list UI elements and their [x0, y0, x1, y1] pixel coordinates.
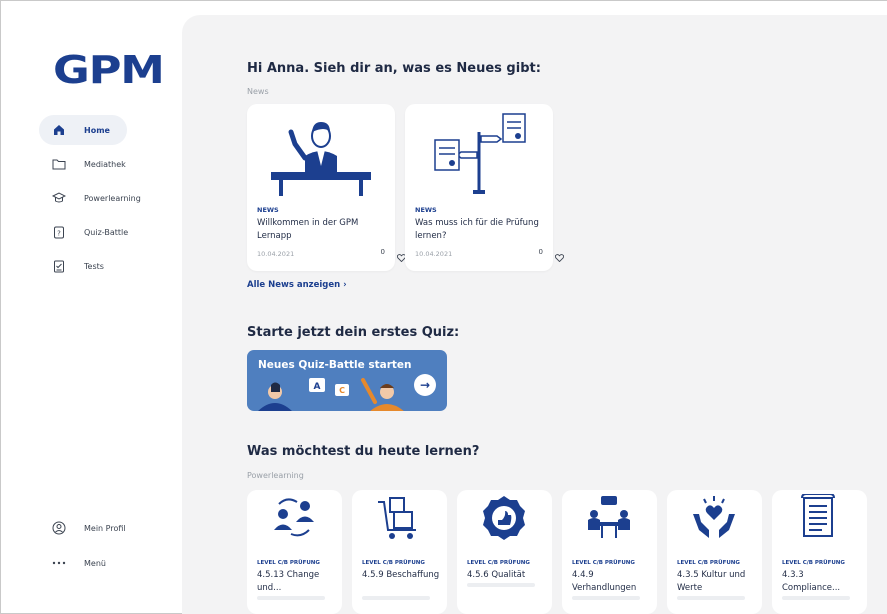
sidebar: GPM Home Mediathek Powerlearning ? Quiz-… — [1, 1, 182, 613]
quiz-icon: ? — [52, 225, 66, 239]
learn-card[interactable]: LEVEL C/B PRÜFUNG 4.3.5 Kultur und Werte — [667, 490, 762, 614]
sidebar-item-profile[interactable]: Mein Profil — [39, 513, 127, 543]
progress-bar — [467, 583, 535, 587]
learn-title: 4.5.9 Beschaffung — [362, 570, 440, 580]
learn-card[interactable]: LEVEL C/B PRÜFUNG 4.5.9 Beschaffung — [352, 490, 447, 614]
sidebar-item-label: Quiz-Battle — [84, 227, 129, 237]
learn-heading: Was möchtest du heute lernen? — [247, 444, 480, 459]
sidebar-item-powerlearning[interactable]: Powerlearning — [39, 183, 141, 213]
user-circle-icon — [52, 521, 66, 535]
more-dots-icon — [52, 556, 66, 570]
quality-badge-icon — [483, 496, 525, 540]
svg-text:?: ? — [57, 229, 61, 237]
sidebar-item-mediathek[interactable]: Mediathek — [39, 149, 127, 179]
home-icon — [52, 123, 66, 137]
news-title: Was muss ich für die Prüfung lernen? — [415, 218, 539, 241]
people-exchange-icon — [274, 498, 314, 537]
sidebar-item-menu[interactable]: Menü — [39, 548, 127, 578]
progress-bar — [362, 596, 430, 600]
news-section-label: News — [247, 87, 269, 96]
level-tag: LEVEL C/B PRÜFUNG — [257, 560, 320, 566]
learn-title: 4.5.6 Qualität — [467, 570, 526, 580]
progress-bar — [677, 596, 745, 600]
like-button[interactable]: 0 — [377, 248, 406, 262]
sidebar-item-label: Tests — [84, 261, 104, 271]
learn-card[interactable]: LEVEL C/B PRÜFUNG 4.5.6 Qualität — [457, 490, 552, 614]
learn-title: 4.3.3 Compliance... — [782, 570, 841, 593]
test-document-icon — [52, 259, 66, 273]
quiz-battle-banner[interactable]: Neues Quiz-Battle starten A C → — [247, 350, 447, 411]
quiz-heading: Starte jetzt dein erstes Quiz: — [247, 325, 460, 340]
greeting-heading: Hi Anna. Sieh dir an, was es Neues gibt: — [247, 61, 541, 76]
cart-boxes-icon — [378, 497, 416, 539]
chevron-right-icon: › — [343, 280, 347, 290]
powerlearning-section-label: Powerlearning — [247, 471, 304, 480]
signpost-illustration — [434, 113, 526, 194]
level-tag: LEVEL C/B PRÜFUNG — [362, 560, 425, 566]
news-date: 10.04.2021 — [415, 250, 453, 258]
like-count: 0 — [380, 248, 385, 256]
news-tag: NEWS — [415, 206, 437, 214]
learn-card[interactable]: LEVEL C/B PRÜFUNG 4.3.3 Compliance... — [772, 490, 867, 614]
news-card[interactable]: NEWS Was muss ich für die Prüfung lernen… — [405, 104, 564, 271]
like-button[interactable]: 0 — [535, 248, 564, 262]
learn-card[interactable]: LEVEL C/B PRÜFUNG 4.4.9 Verhandlungen — [562, 490, 657, 614]
progress-bar — [572, 596, 640, 600]
quiz-illustration: A C — [258, 378, 404, 411]
sidebar-item-label: Mediathek — [84, 159, 126, 169]
news-date: 10.04.2021 — [257, 250, 295, 258]
svg-text:A: A — [314, 382, 321, 392]
hands-heart-icon — [693, 496, 735, 538]
gpm-logo[interactable]: GPM — [53, 48, 165, 92]
sidebar-item-tests[interactable]: Tests — [39, 251, 127, 281]
all-news-label: Alle News anzeigen — [247, 280, 341, 290]
learn-title: 4.4.9 Verhandlungen — [572, 570, 637, 593]
progress-bar — [257, 596, 325, 600]
level-tag: LEVEL C/B PRÜFUNG — [677, 560, 740, 566]
sidebar-item-label: Powerlearning — [84, 193, 141, 203]
quiz-banner-title: Neues Quiz-Battle starten — [258, 359, 412, 371]
like-count: 0 — [538, 248, 543, 256]
news-title: Willkommen in der GPM Lernapp — [257, 218, 359, 241]
sidebar-item-home[interactable]: Home — [39, 115, 127, 145]
level-tag: LEVEL C/B PRÜFUNG — [467, 560, 530, 566]
news-card[interactable]: NEWS Willkommen in der GPM Lernapp 10.04… — [247, 104, 406, 271]
learn-title: 4.3.5 Kultur und Werte — [677, 570, 746, 593]
progress-bar — [782, 596, 850, 600]
learn-card[interactable]: LEVEL C/B PRÜFUNG 4.5.13 Change und... — [247, 490, 342, 614]
sidebar-item-quiz-battle[interactable]: ? Quiz-Battle — [39, 217, 129, 247]
graduation-cap-icon — [52, 191, 66, 205]
learn-title: 4.5.13 Change und... — [257, 570, 320, 593]
negotiation-table-icon — [588, 496, 630, 538]
sidebar-item-label: Home — [84, 125, 110, 135]
level-tag: LEVEL C/B PRÜFUNG — [782, 560, 845, 566]
all-news-link[interactable]: Alle News anzeigen › — [247, 280, 347, 290]
sidebar-item-label: Menü — [84, 558, 106, 568]
sidebar-item-label: Mein Profil — [84, 523, 126, 533]
arrow-right-icon[interactable]: → — [414, 374, 436, 396]
svg-text:C: C — [339, 386, 345, 395]
news-tag: NEWS — [257, 206, 279, 214]
level-tag: LEVEL C/B PRÜFUNG — [572, 560, 635, 566]
document-list-icon — [801, 494, 835, 537]
folder-icon — [52, 157, 66, 171]
presenter-illustration — [271, 122, 371, 196]
